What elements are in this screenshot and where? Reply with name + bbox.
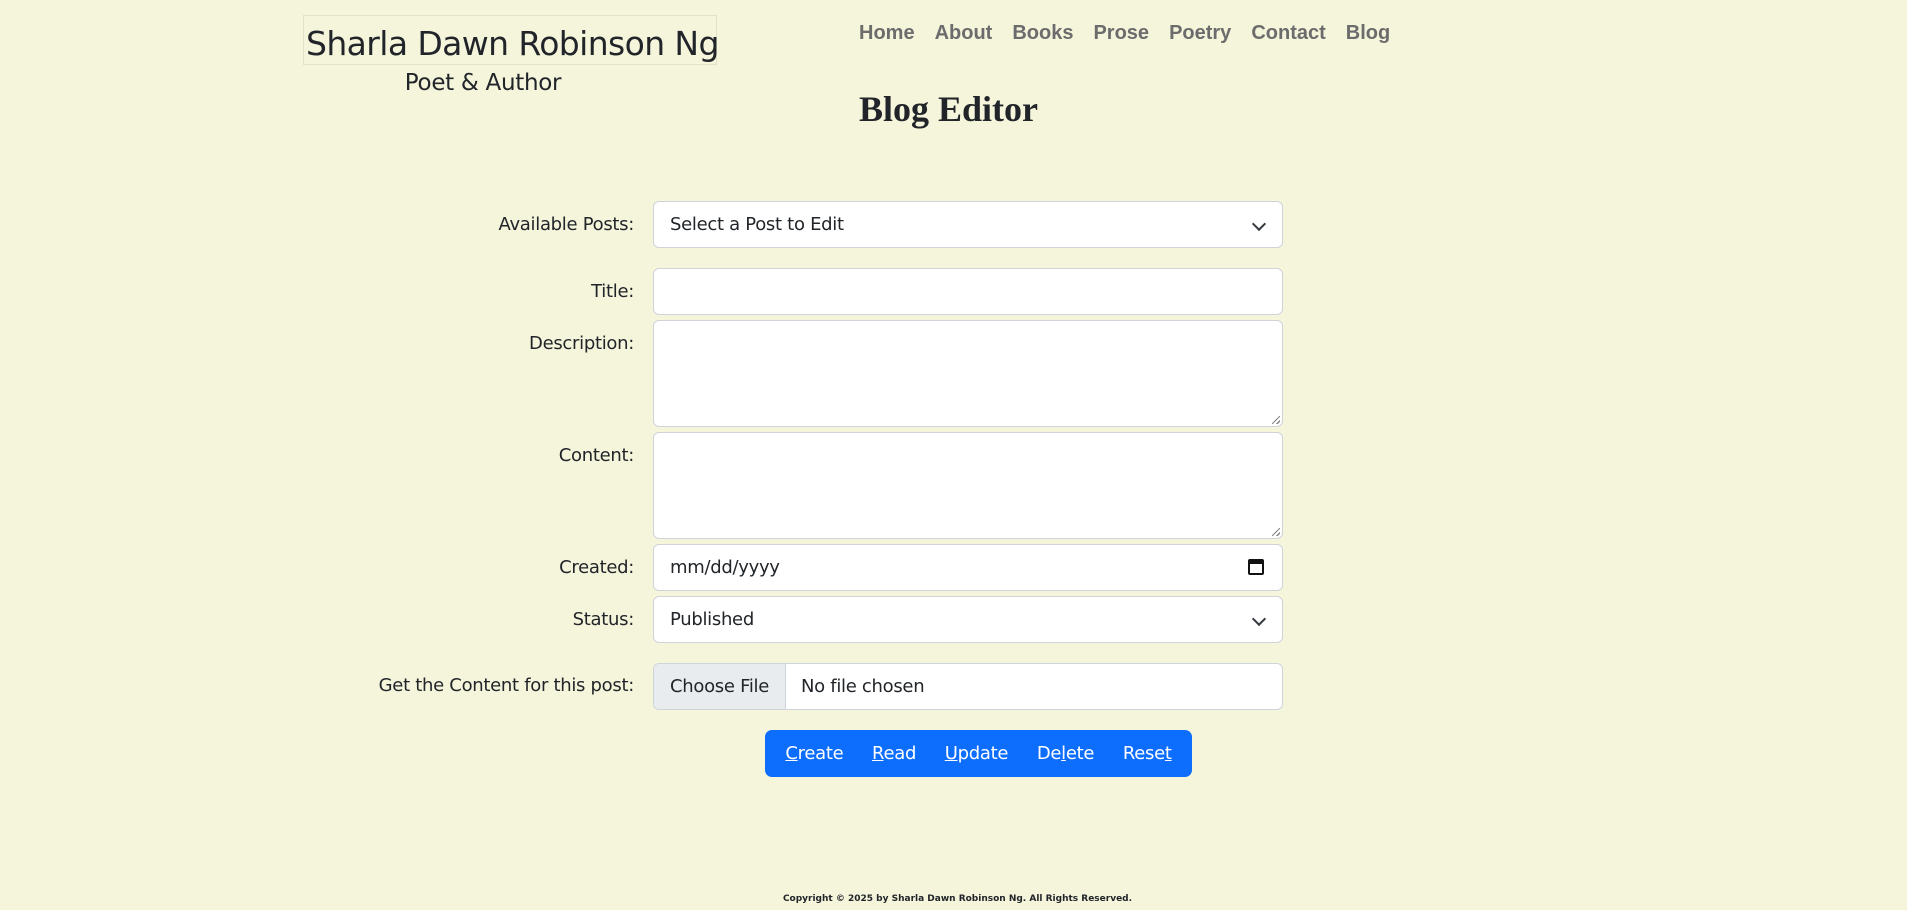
- update-rest: pdate: [957, 743, 1009, 764]
- file-status: No file chosen: [801, 676, 925, 697]
- brand-box[interactable]: Sharla Dawn Robinson Ng: [303, 15, 719, 65]
- calendar-icon[interactable]: [1248, 559, 1264, 575]
- resize-handle-icon[interactable]: [1272, 528, 1280, 536]
- description-label: Description:: [529, 333, 634, 354]
- nav-home[interactable]: Home: [849, 22, 925, 45]
- action-button-group: Create Read Update Delete Reset: [765, 730, 1192, 777]
- nav-poetry[interactable]: Poetry: [1159, 22, 1241, 45]
- file-label: Get the Content for this post:: [378, 675, 635, 696]
- title-label: Title:: [591, 281, 634, 302]
- delete-button[interactable]: Delete: [1033, 743, 1098, 764]
- nav-blog[interactable]: Blog: [1336, 22, 1400, 45]
- delete-rest: ete: [1065, 743, 1095, 764]
- create-accel: C: [785, 743, 798, 764]
- read-button[interactable]: Read: [868, 743, 920, 764]
- nav-books[interactable]: Books: [1002, 22, 1083, 45]
- content-label: Content:: [558, 445, 635, 466]
- reset-accel: t: [1164, 743, 1172, 764]
- created-label: Created:: [559, 557, 634, 578]
- created-date-input[interactable]: mm/dd/yyyy: [653, 544, 1283, 591]
- status-selected: Published: [670, 609, 754, 630]
- footer-copyright: Copyright © 2025 by Sharla Dawn Robinson…: [782, 894, 1133, 904]
- main-nav: Home About Books Prose Poetry Contact Bl…: [849, 22, 1400, 45]
- create-rest: reate: [797, 743, 844, 764]
- delete-pre: De: [1036, 743, 1062, 764]
- update-button[interactable]: Update: [941, 743, 1012, 764]
- choose-file-button[interactable]: Choose File: [654, 664, 786, 709]
- brand-name[interactable]: Sharla Dawn Robinson Ng: [306, 24, 719, 63]
- nav-prose[interactable]: Prose: [1083, 22, 1159, 45]
- update-accel: U: [944, 743, 958, 764]
- chevron-down-icon: [1251, 611, 1267, 627]
- nav-about[interactable]: About: [925, 22, 1003, 45]
- available-posts-select[interactable]: Select a Post to Edit: [653, 201, 1283, 248]
- status-label: Status:: [572, 609, 635, 630]
- status-select[interactable]: Published: [653, 596, 1283, 643]
- nav-contact[interactable]: Contact: [1241, 22, 1335, 45]
- available-posts-selected: Select a Post to Edit: [670, 214, 844, 235]
- read-accel: R: [872, 743, 884, 764]
- available-posts-label: Available Posts:: [498, 214, 635, 235]
- read-rest: ead: [883, 743, 917, 764]
- title-input[interactable]: [653, 268, 1283, 315]
- resize-handle-icon[interactable]: [1272, 416, 1280, 424]
- create-button[interactable]: Create: [781, 743, 847, 764]
- content-textarea[interactable]: [653, 432, 1283, 539]
- reset-pre: Rese: [1122, 743, 1165, 764]
- created-placeholder: mm/dd/yyyy: [670, 557, 780, 578]
- chevron-down-icon: [1251, 216, 1267, 232]
- reset-button[interactable]: Reset: [1119, 743, 1176, 764]
- description-textarea[interactable]: [653, 320, 1283, 427]
- page: Sharla Dawn Robinson Ng Poet & Author Ho…: [0, 0, 1907, 910]
- page-title: Blog Editor: [858, 89, 1038, 129]
- file-input[interactable]: Choose File No file chosen: [653, 663, 1283, 710]
